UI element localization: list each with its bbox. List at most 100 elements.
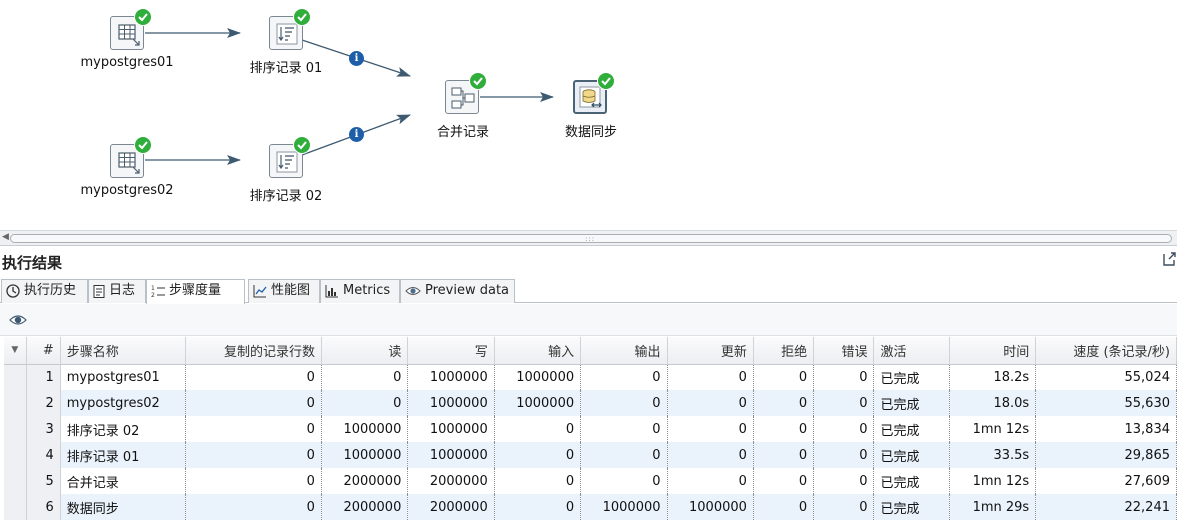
step-sort-rows-01[interactable]	[269, 8, 311, 50]
row-selector[interactable]	[4, 442, 27, 468]
table-cell: 1mn 12s	[949, 416, 1037, 442]
table-cell: 0	[185, 390, 322, 416]
column-header[interactable]: 输入	[494, 337, 582, 365]
table-row[interactable]: 1 mypostgres01 0 0 1000000 1000000 0 0 0 0 已完成 18.2…	[4, 364, 1177, 390]
table-cell: 排序记录 02	[60, 416, 187, 442]
table-cell: 55,024	[1035, 364, 1177, 390]
perf-graph-icon	[253, 284, 267, 297]
table-row[interactable]: 6 数据同步 0 2000000 2000000 0 1000000 1000000 0 0 已完成…	[4, 494, 1177, 520]
table-row[interactable]: 4 排序记录 01 0 1000000 1000000 0 0 0 0 0 已完成 33.5s 29,8…	[4, 442, 1177, 468]
popout-icon[interactable]	[1161, 251, 1177, 267]
column-header[interactable]: 激活	[873, 337, 950, 365]
table-cell: 已完成	[873, 468, 950, 494]
table-cell: 0	[813, 442, 875, 468]
step-label: 排序记录 01	[249, 61, 323, 76]
table-cell: 6	[26, 494, 61, 520]
step-metrics-table: ▼ # 步骤名称 复制的记录行数 读 写 输入 输出 更新 拒绝 错误 激活 时…	[4, 337, 1177, 520]
success-check-icon	[134, 8, 152, 26]
column-header[interactable]: 写	[407, 337, 495, 365]
metrics-icon	[325, 284, 338, 297]
canvas-horizontal-scrollbar[interactable]: ◀ :::	[0, 230, 1177, 246]
table-cell: 18.0s	[949, 390, 1037, 416]
transformation-canvas[interactable]: i i mypostgres01 mypostgres02 排序记录 01 排序…	[0, 0, 1177, 230]
row-selector[interactable]	[4, 416, 27, 442]
table-cell: 13,834	[1035, 416, 1177, 442]
tab-label: 执行历史	[24, 283, 77, 298]
row-selector[interactable]	[4, 390, 27, 416]
table-cell: 0	[185, 494, 322, 520]
column-header[interactable]: 更新	[667, 337, 754, 365]
success-check-icon	[293, 136, 311, 154]
splitter-grip-icon[interactable]: :::	[585, 235, 595, 243]
step-label: mypostgres02	[80, 183, 174, 198]
tab-performance-graph[interactable]: 性能图	[248, 279, 320, 303]
table-cell: 0	[753, 416, 815, 442]
table-cell: 已完成	[873, 442, 950, 468]
sort-chevron-down-icon[interactable]: ▼	[4, 337, 27, 365]
column-header[interactable]: #	[26, 337, 61, 365]
step-mypostgres01[interactable]	[110, 8, 152, 50]
table-cell: 0	[813, 416, 875, 442]
table-cell: 0	[813, 494, 875, 520]
table-row[interactable]: 5 合并记录 0 2000000 2000000 0 0 0 0 0 已完成 1mn 12s 27,60…	[4, 468, 1177, 494]
table-cell: 1000000	[494, 390, 582, 416]
tab-preview-data[interactable]: Preview data	[400, 279, 515, 303]
column-header[interactable]: 复制的记录行数	[185, 337, 322, 365]
table-cell: 0	[667, 364, 754, 390]
row-selector[interactable]	[4, 364, 27, 390]
step-mypostgres02[interactable]	[110, 136, 152, 178]
step-data-sync[interactable]	[573, 72, 615, 114]
column-header[interactable]: 输出	[580, 337, 668, 365]
table-cell: 0	[753, 468, 815, 494]
tab-execution-history[interactable]: 执行历史	[1, 279, 88, 303]
table-cell: 1000000	[407, 390, 495, 416]
execution-results-title: 执行结果	[2, 254, 63, 272]
scroll-left-icon[interactable]: ◀	[2, 232, 9, 242]
table-cell: 0	[753, 364, 815, 390]
table-cell: 0	[667, 468, 754, 494]
success-check-icon	[293, 8, 311, 26]
table-cell: 22,241	[1035, 494, 1177, 520]
metrics-toolbar	[0, 304, 1177, 336]
step-label: 合并记录	[436, 125, 489, 140]
table-cell: 2	[26, 390, 61, 416]
table-cell: 27,609	[1035, 468, 1177, 494]
table-cell: 1	[26, 364, 61, 390]
column-header[interactable]: 时间	[949, 337, 1037, 365]
table-cell: 0	[185, 468, 322, 494]
table-cell: 数据同步	[60, 494, 187, 520]
table-cell: 0	[580, 468, 668, 494]
svg-text:2: 2	[151, 292, 155, 298]
column-header[interactable]: 读	[321, 337, 409, 365]
hop-info-icon[interactable]: i	[349, 127, 364, 142]
table-cell: 1000000	[494, 364, 582, 390]
table-cell: 0	[580, 390, 668, 416]
column-header[interactable]: 错误	[813, 337, 875, 365]
table-cell: 0	[580, 364, 668, 390]
table-cell: 1mn 12s	[949, 468, 1037, 494]
table-cell: 5	[26, 468, 61, 494]
table-cell: 0	[753, 494, 815, 520]
log-icon	[93, 284, 105, 298]
tab-step-metrics[interactable]: 1 2 步骤度量	[146, 279, 245, 304]
tab-log[interactable]: 日志	[88, 279, 146, 303]
table-cell: 0	[321, 390, 409, 416]
table-cell: 33.5s	[949, 442, 1037, 468]
step-merge-rows[interactable]	[445, 72, 487, 114]
step-sort-rows-02[interactable]	[269, 136, 311, 178]
success-check-icon	[597, 72, 615, 90]
show-hide-eye-icon[interactable]	[9, 312, 27, 328]
row-selector[interactable]	[4, 494, 27, 520]
tab-metrics[interactable]: Metrics	[320, 279, 400, 303]
table-cell: 0	[813, 468, 875, 494]
row-selector[interactable]	[4, 468, 27, 494]
column-header[interactable]: 拒绝	[753, 337, 815, 365]
column-header[interactable]: 速度 (条记录/秒)	[1035, 337, 1177, 365]
table-row[interactable]: 2 mypostgres02 0 0 1000000 1000000 0 0 0 0 已完成 18.0…	[4, 390, 1177, 416]
column-header[interactable]: 步骤名称	[60, 337, 187, 365]
table-row[interactable]: 3 排序记录 02 0 1000000 1000000 0 0 0 0 0 已完成 1mn 12s 13…	[4, 416, 1177, 442]
results-tab-bar: 执行历史 日志 1 2 步骤度量 性能图 Metrics Preview data	[0, 278, 1177, 304]
table-cell: 0	[494, 468, 582, 494]
table-cell: 0	[667, 390, 754, 416]
table-cell: 2000000	[321, 468, 409, 494]
